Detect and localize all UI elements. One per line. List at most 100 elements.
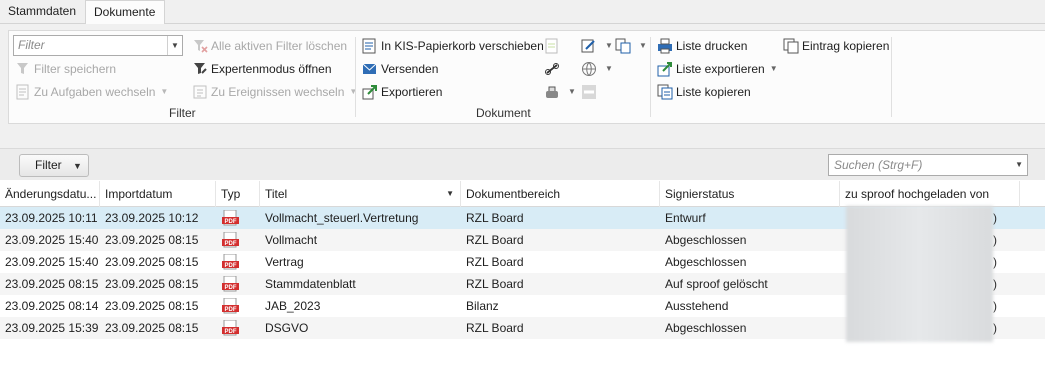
pdf-convert-button[interactable] — [581, 82, 600, 102]
column-header-uploader[interactable]: zu sproof hochgeladen von — [840, 181, 1020, 207]
svg-text:PDF: PDF — [225, 285, 237, 291]
pdf-icon: PDF — [222, 319, 240, 336]
cell-changed: 23.09.2025 10:11 — [5, 211, 98, 225]
recycle-bin-button[interactable]: In KIS-Papierkorb verschieben — [362, 36, 544, 56]
svg-text:PDF: PDF — [225, 329, 237, 335]
export-list-icon — [657, 61, 673, 77]
export-label: Exportieren — [381, 85, 443, 99]
cell-area: RZL Board — [466, 233, 524, 247]
pdf-icon: PDF — [222, 297, 240, 314]
print-list-label: Liste drucken — [676, 39, 748, 53]
filter-button-label: Filter — [35, 158, 62, 172]
send-button[interactable]: Versenden — [362, 59, 438, 79]
cell-title: JAB_2023 — [265, 299, 321, 313]
sort-descending-icon: ▼ — [446, 189, 454, 198]
recycle-bin-label: In KIS-Papierkorb verschieben — [381, 39, 544, 53]
cell-changed: 23.09.2025 08:15 — [5, 277, 99, 291]
chevron-down-icon: ▼ — [160, 87, 169, 96]
cell-changed: 23.09.2025 15:40 — [5, 233, 99, 247]
copy-list-icon — [657, 84, 673, 100]
cell-area: Bilanz — [466, 299, 499, 313]
search-placeholder: Suchen (Strg+F) — [834, 158, 923, 172]
save-filter-button[interactable]: Filter speichern — [15, 59, 116, 79]
group-divider — [355, 37, 356, 117]
copy-entry-button[interactable]: Eintrag kopieren — [783, 36, 889, 56]
expert-mode-button[interactable]: Expertenmodus öffnen — [192, 59, 332, 79]
pdf-icon: PDF — [222, 231, 240, 248]
link-icon — [544, 61, 560, 77]
group-divider — [891, 37, 892, 117]
copy-list-button[interactable]: Liste kopieren — [657, 82, 751, 102]
cell-changed: 23.09.2025 08:14 — [5, 299, 99, 313]
cell-imported: 23.09.2025 08:15 — [105, 321, 199, 335]
chevron-down-icon: ▼ — [639, 41, 647, 50]
cell-area: RZL Board — [466, 277, 524, 291]
recycle-bin-icon — [362, 38, 378, 54]
chevron-down-icon[interactable]: ▼ — [167, 36, 182, 55]
cell-status: Ausstehend — [665, 299, 729, 313]
web-button[interactable]: ▼ — [581, 59, 613, 79]
chevron-down-icon[interactable]: ▼ — [1015, 155, 1023, 175]
document-group-label: Dokument — [476, 106, 531, 120]
switch-to-tasks-label: Zu Aufgaben wechseln — [34, 85, 156, 99]
cell-title: Vollmacht_steuerl.Vertretung — [265, 211, 419, 225]
export-list-button[interactable]: Liste exportieren ▼ — [657, 59, 778, 79]
column-header-type[interactable]: Typ — [216, 181, 260, 207]
switch-to-tasks-button[interactable]: Zu Aufgaben wechseln ▼ — [15, 82, 168, 102]
cell-imported: 23.09.2025 08:15 — [105, 277, 199, 291]
chevron-down-icon: ▼ — [568, 87, 576, 96]
cell-imported: 23.09.2025 10:12 — [105, 211, 199, 225]
svg-text:PDF: PDF — [225, 241, 237, 247]
filter-input-placeholder: Filter — [18, 38, 45, 52]
cell-area: RZL Board — [466, 211, 524, 225]
filter-dropdown-button[interactable]: Filter ▼ — [19, 154, 89, 177]
print-list-button[interactable]: Liste drucken — [657, 36, 747, 56]
filter-group-label: Filter — [169, 106, 196, 120]
print-icon — [657, 38, 673, 54]
chevron-down-icon: ▼ — [73, 161, 82, 171]
chevron-down-icon: ▼ — [349, 87, 358, 96]
pdf-icon: PDF — [222, 209, 240, 226]
cell-imported: 23.09.2025 08:15 — [105, 255, 199, 269]
send-label: Versenden — [381, 62, 439, 76]
group-divider — [650, 37, 651, 117]
column-header-area[interactable]: Dokumentbereich — [461, 181, 660, 207]
scanner-icon — [544, 84, 560, 100]
cell-imported: 23.09.2025 08:15 — [105, 233, 199, 247]
export-icon — [362, 84, 378, 100]
cell-area: RZL Board — [466, 255, 524, 269]
clear-filters-button[interactable]: Alle aktiven Filter löschen — [192, 36, 347, 56]
switch-to-events-button[interactable]: Zu Ereignissen wechseln ▼ — [192, 82, 357, 102]
clear-filters-label: Alle aktiven Filter löschen — [211, 39, 348, 53]
scan-button[interactable]: ▼ — [544, 82, 576, 102]
column-header-imported[interactable]: Importdatum — [100, 181, 216, 207]
expert-mode-label: Expertenmodus öffnen — [211, 62, 332, 76]
copy-list-label: Liste kopieren — [676, 85, 751, 99]
cell-title: Vertrag — [265, 255, 304, 269]
ribbon: Filter ▼ Alle aktiven Filter löschen Fil… — [8, 30, 1045, 124]
expert-mode-icon — [192, 61, 208, 77]
link-button[interactable] — [544, 59, 563, 79]
tab-bar: Stammdaten Dokumente — [0, 0, 1045, 25]
svg-text:PDF: PDF — [225, 219, 237, 225]
edit-button[interactable]: ▼ — [581, 36, 613, 56]
column-header-changed[interactable]: Änderungsdatu... — [0, 181, 100, 207]
cell-changed: 23.09.2025 15:40 — [5, 255, 99, 269]
send-icon — [362, 61, 378, 77]
column-header-title[interactable]: Titel ▼ — [260, 181, 461, 207]
column-header-status[interactable]: Signierstatus — [660, 181, 840, 207]
document-view-button[interactable] — [544, 36, 563, 56]
pdf-convert-icon — [581, 84, 597, 100]
cell-status: Abgeschlossen — [665, 255, 747, 269]
copy-document-button[interactable]: ▼ — [615, 36, 647, 56]
cell-changed: 23.09.2025 15:39 — [5, 321, 99, 335]
switch-to-events-label: Zu Ereignissen wechseln — [211, 85, 345, 99]
cell-status: Abgeschlossen — [665, 321, 747, 335]
tab-dokumente[interactable]: Dokumente — [85, 0, 165, 25]
search-input[interactable]: Suchen (Strg+F) ▼ — [828, 154, 1028, 176]
export-button[interactable]: Exportieren — [362, 82, 442, 102]
copy-entry-icon — [783, 38, 799, 54]
filter-input[interactable]: Filter ▼ — [13, 35, 183, 56]
tab-stammdaten[interactable]: Stammdaten — [0, 0, 84, 24]
svg-text:PDF: PDF — [225, 307, 237, 313]
